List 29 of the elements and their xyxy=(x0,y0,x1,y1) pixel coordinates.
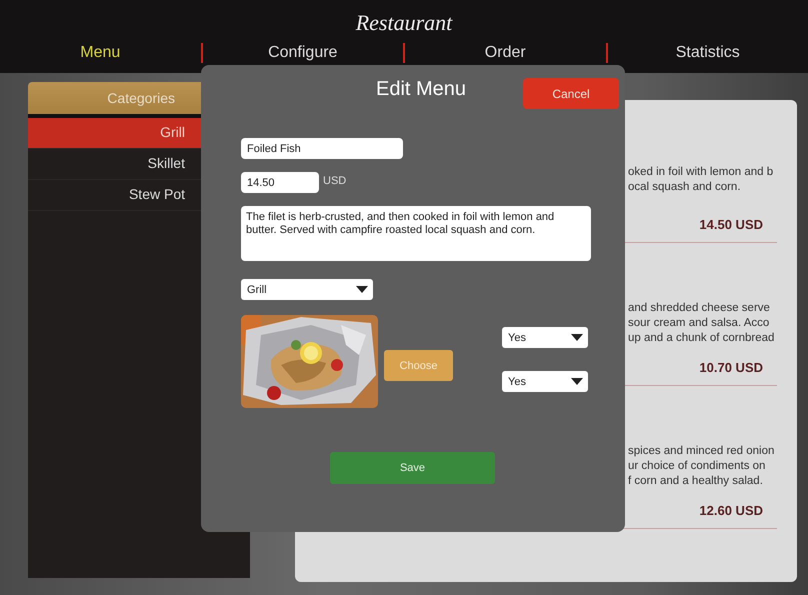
dish-price: 12.60 USD xyxy=(699,503,763,518)
caret-icon xyxy=(571,378,583,385)
dish-description: and shredded cheese serve xyxy=(628,301,770,316)
nav-tab[interactable]: Menu xyxy=(76,43,124,63)
dish-description: ocal squash and corn. xyxy=(628,180,741,195)
name-field[interactable]: Foiled Fish xyxy=(241,138,403,159)
dish-description: oked in foil with lemon and b xyxy=(628,165,774,180)
dish-description: sour cream and salsa. Acco xyxy=(628,316,770,331)
option-dropdown[interactable]: Yes xyxy=(502,371,588,392)
dish-description: f corn and a healthy salad. xyxy=(628,474,763,489)
description-field[interactable]: The filet is herb-crusted, and then cooked in foil with lemon and butter. Served with campfire roasted local squash and corn. xyxy=(241,206,591,261)
nav-tab[interactable]: Statistics xyxy=(672,43,744,63)
dish-price: 10.70 USD xyxy=(699,360,763,375)
dish-description: ur choice of condiments on xyxy=(628,459,766,474)
dialog-title: Edit Menu xyxy=(376,78,466,101)
dish-description: spices and minced red onion xyxy=(628,444,774,459)
price-field[interactable]: 14.50 xyxy=(241,172,319,193)
dish-description: up and a chunk of cornbread xyxy=(628,331,774,346)
caret-icon xyxy=(356,286,368,293)
app-title: Restaurant xyxy=(354,9,454,36)
save-button[interactable]: Save xyxy=(330,452,495,484)
category-dropdown[interactable]: Grill xyxy=(241,279,373,300)
caret-icon xyxy=(571,334,583,341)
nav-tab[interactable]: Configure xyxy=(264,43,342,63)
nav-tab[interactable]: Order xyxy=(480,43,530,63)
option-dropdown[interactable]: Yes xyxy=(502,327,588,348)
cancel-button[interactable]: Cancel xyxy=(523,78,619,109)
currency-label: USD xyxy=(323,174,346,189)
dish-price: 14.50 USD xyxy=(699,217,763,232)
